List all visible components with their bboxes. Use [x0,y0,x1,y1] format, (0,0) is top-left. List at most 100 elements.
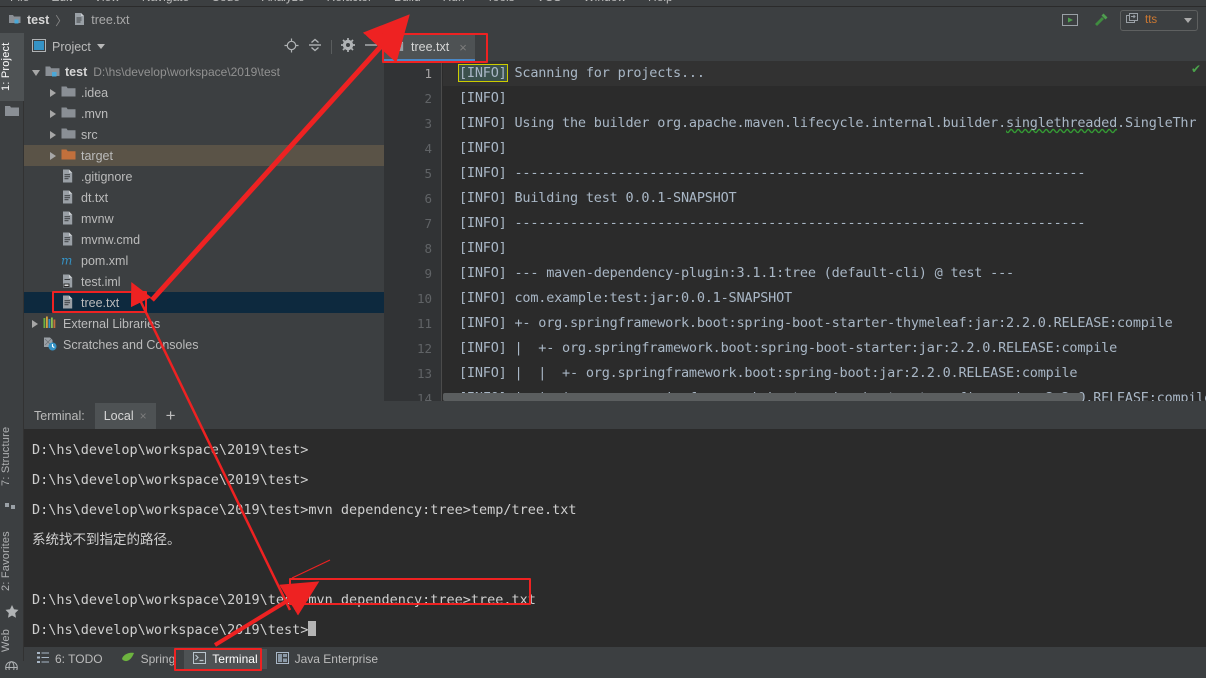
tree-node-mvn[interactable]: .mvn [24,103,384,124]
tree-expand-arrow-icon[interactable] [32,69,40,76]
tree-node-gitignore[interactable]: .gitignore [24,166,384,187]
menu-item-vcs[interactable]: VCS [537,0,562,4]
code-line[interactable]: [INFO] ---------------------------------… [443,211,1206,236]
sidebar-item-web[interactable]: Web [0,623,24,657]
code-line[interactable]: [INFO] Using the builder org.apache.mave… [443,111,1206,136]
locate-target-icon[interactable] [284,38,299,56]
line-number[interactable]: 13 [384,361,441,386]
tree-node-pom-xml[interactable]: m pom.xml [24,250,384,271]
breadcrumb-item-file[interactable]: tree.txt [73,12,129,29]
tree-node-label: External Libraries [63,316,161,331]
editor-horizontal-scrollbar[interactable] [443,393,1206,401]
menu-item-analyze[interactable]: Analyze [262,0,305,4]
code-line[interactable]: [INFO] Scanning for projects... [443,61,1206,86]
menu-item-build[interactable]: Build [394,0,421,4]
todo-icon [37,652,49,666]
editor-body[interactable]: 1 2 3 4 5 6 7 8 9 10 11 12 13 14 [INFO] Scanning for … [384,61,1206,401]
line-number[interactable]: 2 [384,86,441,111]
tree-node-test[interactable]: test D:\hs\develop\workspace\2019\test [24,61,384,82]
menu-bar[interactable]: File Edit View Navigate Code Analyze Ref… [0,0,1206,7]
line-number[interactable]: 3 [384,111,441,136]
editor-code[interactable]: [INFO] Scanning for projects... [INFO] [IN… [443,61,1206,401]
project-view-icon [32,38,46,55]
menu-bar-items[interactable]: File Edit View Navigate Code Analyze Ref… [10,0,673,4]
code-line[interactable]: [INFO] --- maven-dependency-plugin:3.1.1… [443,261,1206,286]
tree-node-external-libraries[interactable]: External Libraries [24,313,384,334]
line-number[interactable]: 10 [384,286,441,311]
tree-expand-arrow-icon[interactable] [50,109,56,118]
code-line[interactable]: [INFO] ---------------------------------… [443,161,1206,186]
terminal-header: Terminal: Local × + [24,403,1206,429]
menu-item-code[interactable]: Code [211,0,240,4]
line-number[interactable]: 6 [384,186,441,211]
project-panel-actions [284,38,378,56]
java-ee-icon [275,651,289,667]
code-line[interactable]: [INFO] Building test 0.0.1-SNAPSHOT [443,186,1206,211]
code-line[interactable]: [INFO] +- org.springframework.boot:sprin… [443,311,1206,336]
line-number[interactable]: 5 [384,161,441,186]
line-number[interactable]: 7 [384,211,441,236]
menu-item-file[interactable]: File [10,0,29,4]
tree-expand-arrow-icon[interactable] [50,130,56,139]
editor-gutter[interactable]: 1 2 3 4 5 6 7 8 9 10 11 12 13 14 [384,61,442,401]
chevron-down-icon[interactable] [96,44,105,49]
tree-node-idea[interactable]: .idea [24,82,384,103]
breadcrumb: test 〉 tree.txt [0,12,129,29]
line-number[interactable]: 11 [384,311,441,336]
tree-node-scratches-and-consoles[interactable]: Scratches and Consoles [24,334,384,355]
menu-item-view[interactable]: View [94,0,120,4]
bottom-item-java-enterprise[interactable]: Java Enterprise [267,649,387,669]
new-terminal-button[interactable]: + [156,403,186,429]
terminal-output[interactable]: D:\hs\develop\workspace\2019\test> D:\hs\… [24,429,1206,647]
tree-node-mvnw[interactable]: mvnw [24,208,384,229]
tree-node-mvnw-cmd[interactable]: mvnw.cmd [24,229,384,250]
line-number[interactable]: 8 [384,236,441,261]
menu-item-tools[interactable]: Tools [487,0,515,4]
run-button[interactable] [1060,10,1080,30]
terminal-tool-window: Terminal: Local × + D:\hs\develop\worksp… [24,403,1206,647]
code-line[interactable]: [INFO] [443,236,1206,261]
tree-node-dt-txt[interactable]: dt.txt [24,187,384,208]
line-number[interactable]: 9 [384,261,441,286]
menu-item-help[interactable]: Help [648,0,673,4]
code-line[interactable]: [INFO] | +- org.springframework.boot:spr… [443,336,1206,361]
tree-expand-arrow-icon[interactable] [50,151,56,160]
tree-node-test-iml[interactable]: test.iml [24,271,384,292]
line-number[interactable]: 4 [384,136,441,161]
line-number[interactable]: 14 [384,386,441,401]
tree-node-target[interactable]: target [24,145,384,166]
close-icon[interactable]: × [140,409,147,423]
project-tree[interactable]: test D:\hs\develop\workspace\2019\test .id… [24,60,384,401]
gear-icon[interactable] [341,38,355,55]
menu-item-refactor[interactable]: Refactor [327,0,372,4]
breadcrumb-item-project[interactable]: test [8,12,49,29]
toolbar-divider [331,39,332,54]
line-number[interactable]: 12 [384,336,441,361]
code-line[interactable]: [INFO] [443,136,1206,161]
menu-item-edit[interactable]: Edit [51,0,72,4]
code-line[interactable]: [INFO] | | +- org.springframework.boot:s… [443,361,1206,386]
terminal-tab-local[interactable]: Local × [94,403,156,429]
collapse-all-icon[interactable] [308,38,322,55]
sidebar-item-project[interactable]: 1: Project [0,33,24,101]
chevron-down-icon[interactable] [1184,17,1192,23]
build-hammer-icon[interactable] [1090,10,1110,30]
code-line[interactable]: [INFO] com.example:test:jar:0.0.1-SNAPSH… [443,286,1206,311]
run-configuration-selector[interactable]: tts [1120,9,1198,31]
line-number[interactable]: 1 [384,61,441,86]
tree-node-src[interactable]: src [24,124,384,145]
inspection-status-icon[interactable]: ✔ [1191,63,1201,75]
terminal-title: Terminal: [34,409,85,423]
file-icon [61,190,76,205]
bottom-item-todo[interactable]: 6: TODO [28,649,112,669]
tree-expand-arrow-icon[interactable] [50,88,56,97]
menu-item-window[interactable]: Window [583,0,626,4]
tree-expand-arrow-icon[interactable] [32,319,38,328]
menu-item-navigate[interactable]: Navigate [142,0,189,4]
menu-item-run[interactable]: Run [443,0,465,4]
annotation-box-tree-node [52,291,147,313]
sidebar-item-structure[interactable]: 7: Structure [0,415,24,497]
hide-panel-icon[interactable] [364,38,378,55]
code-line[interactable]: [INFO] [443,86,1206,111]
sidebar-item-favorites[interactable]: 2: Favorites [0,521,24,601]
